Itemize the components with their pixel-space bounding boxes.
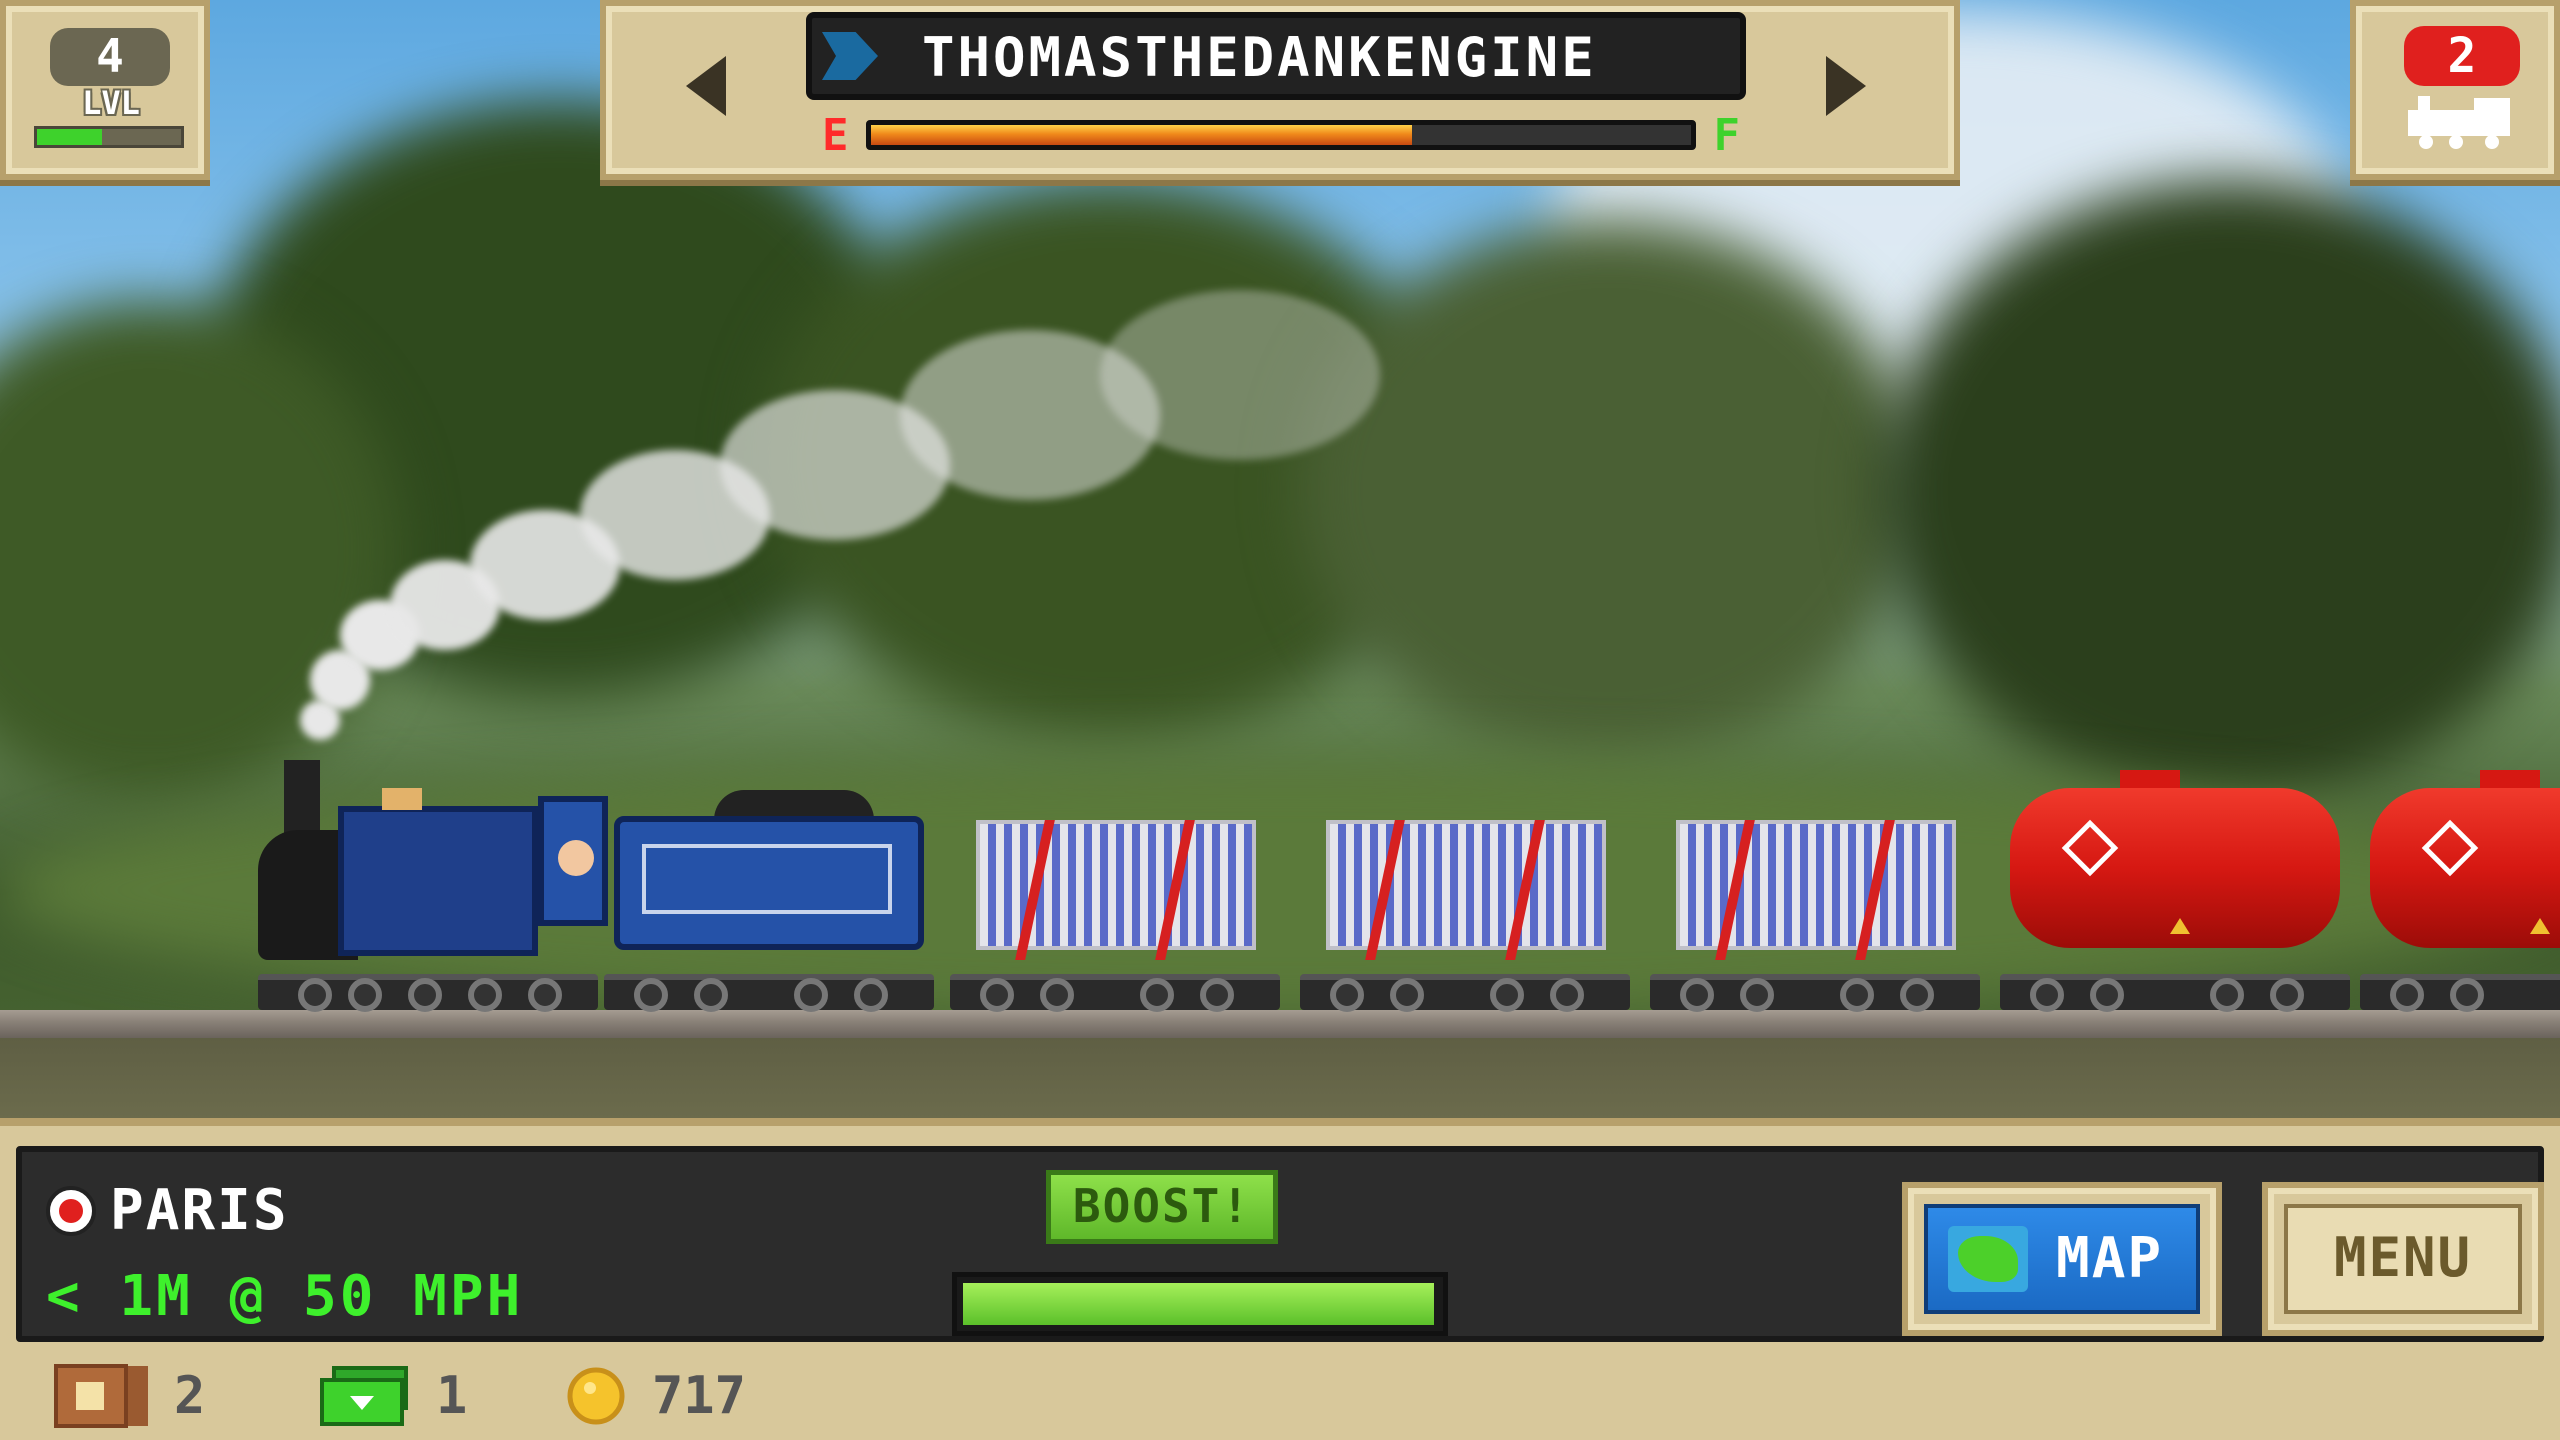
tree-blur	[1300, 220, 1920, 760]
train-name-bar: THOMASTHEDANKENGINE	[806, 12, 1746, 100]
solar-panels	[1326, 820, 1606, 950]
tank-hatch	[2120, 770, 2180, 790]
map-button-face: MAP	[1924, 1204, 2200, 1314]
map-button[interactable]: MAP	[1902, 1182, 2222, 1336]
boiler	[338, 806, 538, 956]
solar-panels	[1676, 820, 1956, 950]
distance-speed: < 1M @ 50 MPH	[46, 1264, 524, 1329]
fuel-empty-label: E	[822, 110, 849, 161]
wheels	[604, 974, 934, 1012]
level-label: LVL	[82, 84, 140, 122]
boost-button[interactable]: BOOST!	[1046, 1170, 1278, 1244]
level-badge: 4	[50, 28, 170, 86]
dome	[382, 788, 422, 810]
ground	[0, 1038, 2560, 1118]
globe-icon	[1948, 1226, 2028, 1292]
tank-body	[2010, 788, 2340, 948]
fuel-fill	[871, 125, 1413, 145]
wheels	[950, 974, 1280, 1012]
tanker-car-1[interactable]	[2000, 770, 2350, 1012]
tree-blur	[1880, 180, 2560, 800]
cash-counter[interactable]: 1	[316, 1360, 467, 1432]
arrow-left-icon	[686, 56, 726, 116]
crates-count: 2	[174, 1366, 206, 1426]
xp-bar-fill	[37, 129, 102, 145]
map-label: MAP	[2056, 1226, 2164, 1291]
xp-bar	[34, 126, 184, 148]
level-panel[interactable]: 4 LVL	[0, 0, 210, 180]
next-train-button[interactable]	[1766, 26, 1926, 146]
cash-icon	[320, 1366, 408, 1426]
rail-track	[0, 1010, 2560, 1038]
chimney	[284, 760, 320, 840]
wheels	[258, 974, 598, 1012]
boost-meter-fill	[963, 1283, 1435, 1325]
wheels	[1650, 974, 1980, 1012]
wheels	[2360, 974, 2560, 1012]
route-dashboard: PARIS < 1M @ 50 MPH BOOST! MAP MENU	[16, 1146, 2544, 1342]
arrow-right-icon	[1826, 56, 1866, 116]
menu-button-face: MENU	[2284, 1204, 2522, 1314]
tanker-car-2[interactable]	[2360, 770, 2560, 1012]
tank-hatch	[2480, 770, 2540, 790]
boost-meter	[952, 1272, 1448, 1336]
driver	[558, 840, 594, 876]
coin-icon	[567, 1367, 625, 1425]
menu-label: MENU	[2333, 1226, 2473, 1289]
cargo-car-solar-3[interactable]	[1650, 820, 1980, 1012]
train-selector: THOMASTHEDANKENGINE E F	[600, 0, 1960, 180]
coins-count: 717	[652, 1366, 746, 1426]
trains-panel[interactable]: 2	[2350, 0, 2560, 180]
wheels	[1300, 974, 1630, 1012]
crates-counter[interactable]: 2	[54, 1360, 205, 1432]
bottom-hud: PARIS < 1M @ 50 MPH BOOST! MAP MENU 2 1 …	[0, 1118, 2560, 1440]
steam-locomotive[interactable]	[258, 760, 608, 1012]
train-chevron-icon	[822, 32, 878, 80]
tank-body	[2370, 788, 2560, 948]
train-count-badge: 2	[2404, 26, 2520, 86]
coal-tender[interactable]	[604, 790, 934, 1012]
menu-button[interactable]: MENU	[2262, 1182, 2544, 1336]
previous-train-button[interactable]	[626, 26, 786, 146]
tender-body	[614, 816, 924, 950]
destination-name: PARIS	[110, 1178, 289, 1243]
destination-pin-icon	[46, 1186, 96, 1236]
fuel-full-label: F	[1713, 110, 1741, 161]
coins-counter[interactable]: 717	[564, 1360, 746, 1432]
train-icon	[2408, 96, 2510, 149]
cargo-car-solar-1[interactable]	[950, 820, 1280, 1012]
solar-panels	[976, 820, 1256, 950]
crate-icon	[54, 1364, 148, 1428]
cash-count: 1	[436, 1366, 468, 1426]
fuel-track	[866, 120, 1696, 150]
train-name: THOMASTHEDANKENGINE	[922, 26, 1597, 89]
fuel-gauge: E F	[806, 106, 1746, 166]
wheels	[2000, 974, 2350, 1012]
cargo-car-solar-2[interactable]	[1300, 820, 1630, 1012]
